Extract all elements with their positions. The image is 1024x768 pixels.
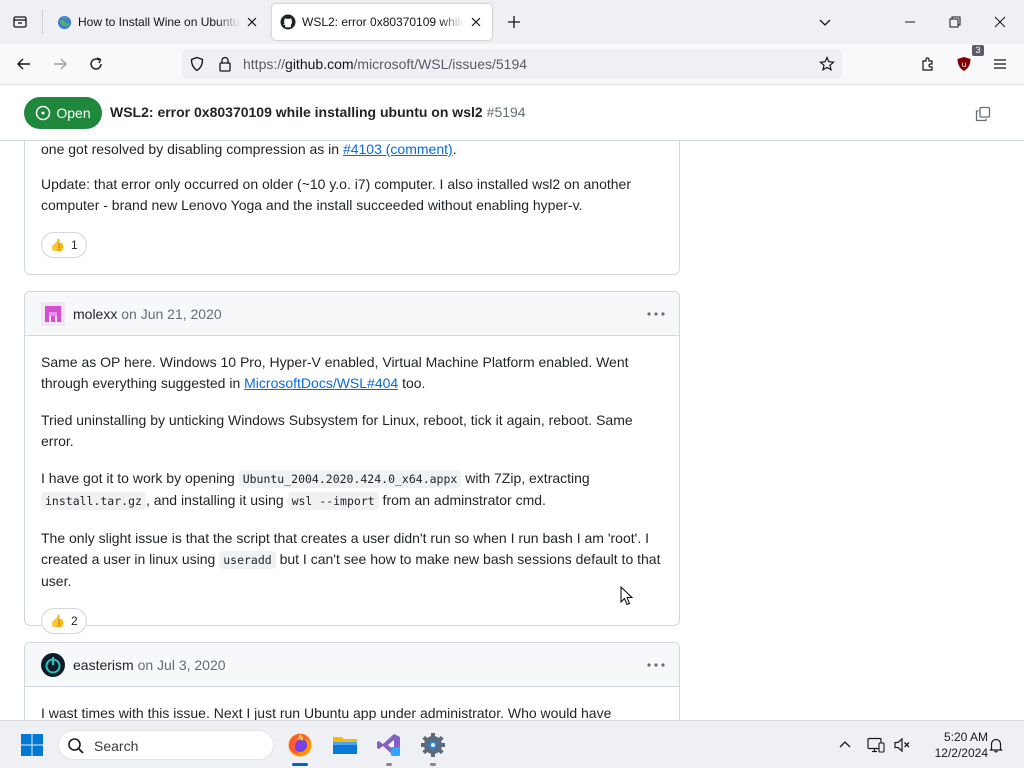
clock-time: 5:20 AM [943, 730, 988, 744]
issue-open-icon [36, 105, 51, 121]
kebab-menu-icon[interactable] [645, 655, 667, 675]
issue-title[interactable]: WSL2: error 0x80370109 while installing … [110, 104, 526, 120]
comment-header: easterism on Jul 3, 2020 [25, 643, 679, 687]
running-indicator [292, 763, 308, 766]
issue-state-badge: Open [24, 97, 102, 129]
taskbar-search[interactable]: Search [58, 730, 274, 760]
globe-icon [56, 14, 72, 30]
navigation-toolbar: https://github.com/microsoft/WSL/issues/… [0, 44, 1024, 85]
new-tab-plus-icon[interactable] [502, 10, 526, 34]
visual-studio-icon[interactable] [374, 730, 404, 766]
comment-link[interactable]: #4103 (comment) [343, 141, 453, 157]
search-label: Search [94, 738, 139, 754]
extensions-puzzle-icon[interactable] [914, 50, 942, 78]
inline-code: useradd [219, 551, 276, 569]
close-window-icon[interactable] [986, 8, 1014, 36]
copy-icon[interactable] [972, 103, 994, 125]
back-arrow-icon[interactable] [10, 50, 38, 78]
address-bar[interactable]: https://github.com/microsoft/WSL/issues/… [182, 49, 842, 79]
inline-code: Ubuntu_2004.2020.424.0_x64.appx [238, 470, 462, 488]
tab-title: WSL2: error 0x80370109 while installing [302, 15, 464, 29]
comment-paragraph: Tried uninstalling by unticking Windows … [41, 412, 633, 449]
lock-icon[interactable] [216, 55, 234, 73]
issue-sticky-header: Open WSL2: error 0x80370109 while instal… [0, 85, 1024, 141]
shield-icon[interactable] [188, 55, 206, 73]
comment-header: molexx on Jun 21, 2020 [25, 292, 679, 336]
file-explorer-icon[interactable] [330, 730, 360, 760]
minimize-icon[interactable] [896, 8, 924, 36]
tab-wine-ubuntu[interactable]: How to Install Wine on Ubuntu [48, 4, 268, 40]
avatar[interactable] [41, 302, 65, 326]
comment-date[interactable]: on Jun 21, 2020 [121, 306, 221, 322]
reaction-thumbs-up[interactable]: 👍 1 [41, 232, 87, 258]
tab-title: How to Install Wine on Ubuntu [78, 15, 240, 29]
bookmark-star-icon[interactable] [818, 55, 836, 73]
github-icon [280, 14, 296, 30]
search-icon [67, 737, 85, 755]
taskbar-clock[interactable]: 5:20 AM 12/2/2024 [918, 729, 988, 761]
comment-card: easterism on Jul 3, 2020 I wast times wi… [24, 642, 680, 720]
comment-card: one got resolved by disabling compressio… [24, 141, 680, 275]
close-icon[interactable] [244, 14, 260, 30]
reaction-count: 1 [70, 238, 78, 252]
firefox-icon[interactable] [285, 730, 315, 766]
tab-divider [42, 10, 43, 34]
tab-wsl2-issue[interactable]: WSL2: error 0x80370109 while installing [272, 4, 492, 40]
comment-author-line: easterism on Jul 3, 2020 [73, 657, 226, 673]
settings-icon[interactable] [418, 730, 448, 766]
chevron-down-icon[interactable] [811, 8, 839, 36]
notification-bell-icon[interactable] [986, 735, 1006, 755]
chevron-up-icon[interactable] [835, 735, 855, 755]
restore-icon[interactable] [941, 8, 969, 36]
reaction-thumbs-up[interactable]: 👍 2 [41, 608, 87, 634]
reaction-count: 2 [70, 614, 78, 628]
kebab-menu-icon[interactable] [645, 304, 667, 324]
issue-state-label: Open [56, 105, 91, 121]
running-indicator [430, 763, 436, 766]
tab-strip: How to Install Wine on Ubuntu WSL2: erro… [0, 0, 1024, 44]
comment-paragraph: Update: that error only occurred on olde… [41, 176, 632, 213]
reload-icon[interactable] [82, 50, 110, 78]
clock-date: 12/2/2024 [934, 746, 988, 760]
avatar[interactable] [41, 653, 65, 677]
hamburger-menu-icon[interactable] [986, 50, 1014, 78]
issue-timeline: one got resolved by disabling compressio… [0, 141, 1024, 720]
comment-body: Same as OP here. Windows 10 Pro, Hyper-V… [25, 336, 679, 592]
comment-author-line: molexx on Jun 21, 2020 [73, 306, 222, 322]
svg-text:u: u [961, 60, 966, 69]
thumbs-up-icon: 👍 [50, 238, 65, 252]
author-name[interactable]: molexx [73, 306, 117, 322]
windows-start-icon[interactable] [20, 733, 44, 757]
comment-body: I wast times with this issue. Next I jus… [25, 687, 679, 720]
volume-muted-icon[interactable] [892, 735, 912, 755]
author-name[interactable]: easterism [73, 657, 134, 673]
close-icon[interactable] [468, 14, 484, 30]
url-text[interactable]: https://github.com/microsoft/WSL/issues/… [243, 56, 527, 72]
inline-code: wsl --import [287, 492, 379, 510]
windows-taskbar: Search 5:20 AM 12/2/2024 [0, 720, 1024, 768]
extension-badge: 3 [972, 45, 984, 56]
comment-body: one got resolved by disabling compressio… [25, 141, 679, 216]
issue-number: #5194 [486, 104, 526, 120]
comment-paragraph: I wast times with this issue. Next I jus… [41, 705, 612, 720]
mouse-cursor-icon [620, 586, 634, 606]
running-indicator [386, 763, 392, 766]
inline-code: install.tar.gz [41, 492, 146, 510]
thumbs-up-icon: 👍 [50, 614, 65, 628]
comment-card: molexx on Jun 21, 2020 Same as OP here. … [24, 291, 680, 634]
tab-list-icon[interactable] [4, 6, 36, 38]
network-icon[interactable] [866, 735, 886, 755]
forward-arrow-icon[interactable] [46, 50, 74, 78]
comment-date[interactable]: on Jul 3, 2020 [138, 657, 226, 673]
ublock-extension-icon[interactable]: u 3 [950, 45, 984, 78]
comment-link[interactable]: MicrosoftDocs/WSL#404 [244, 375, 398, 391]
